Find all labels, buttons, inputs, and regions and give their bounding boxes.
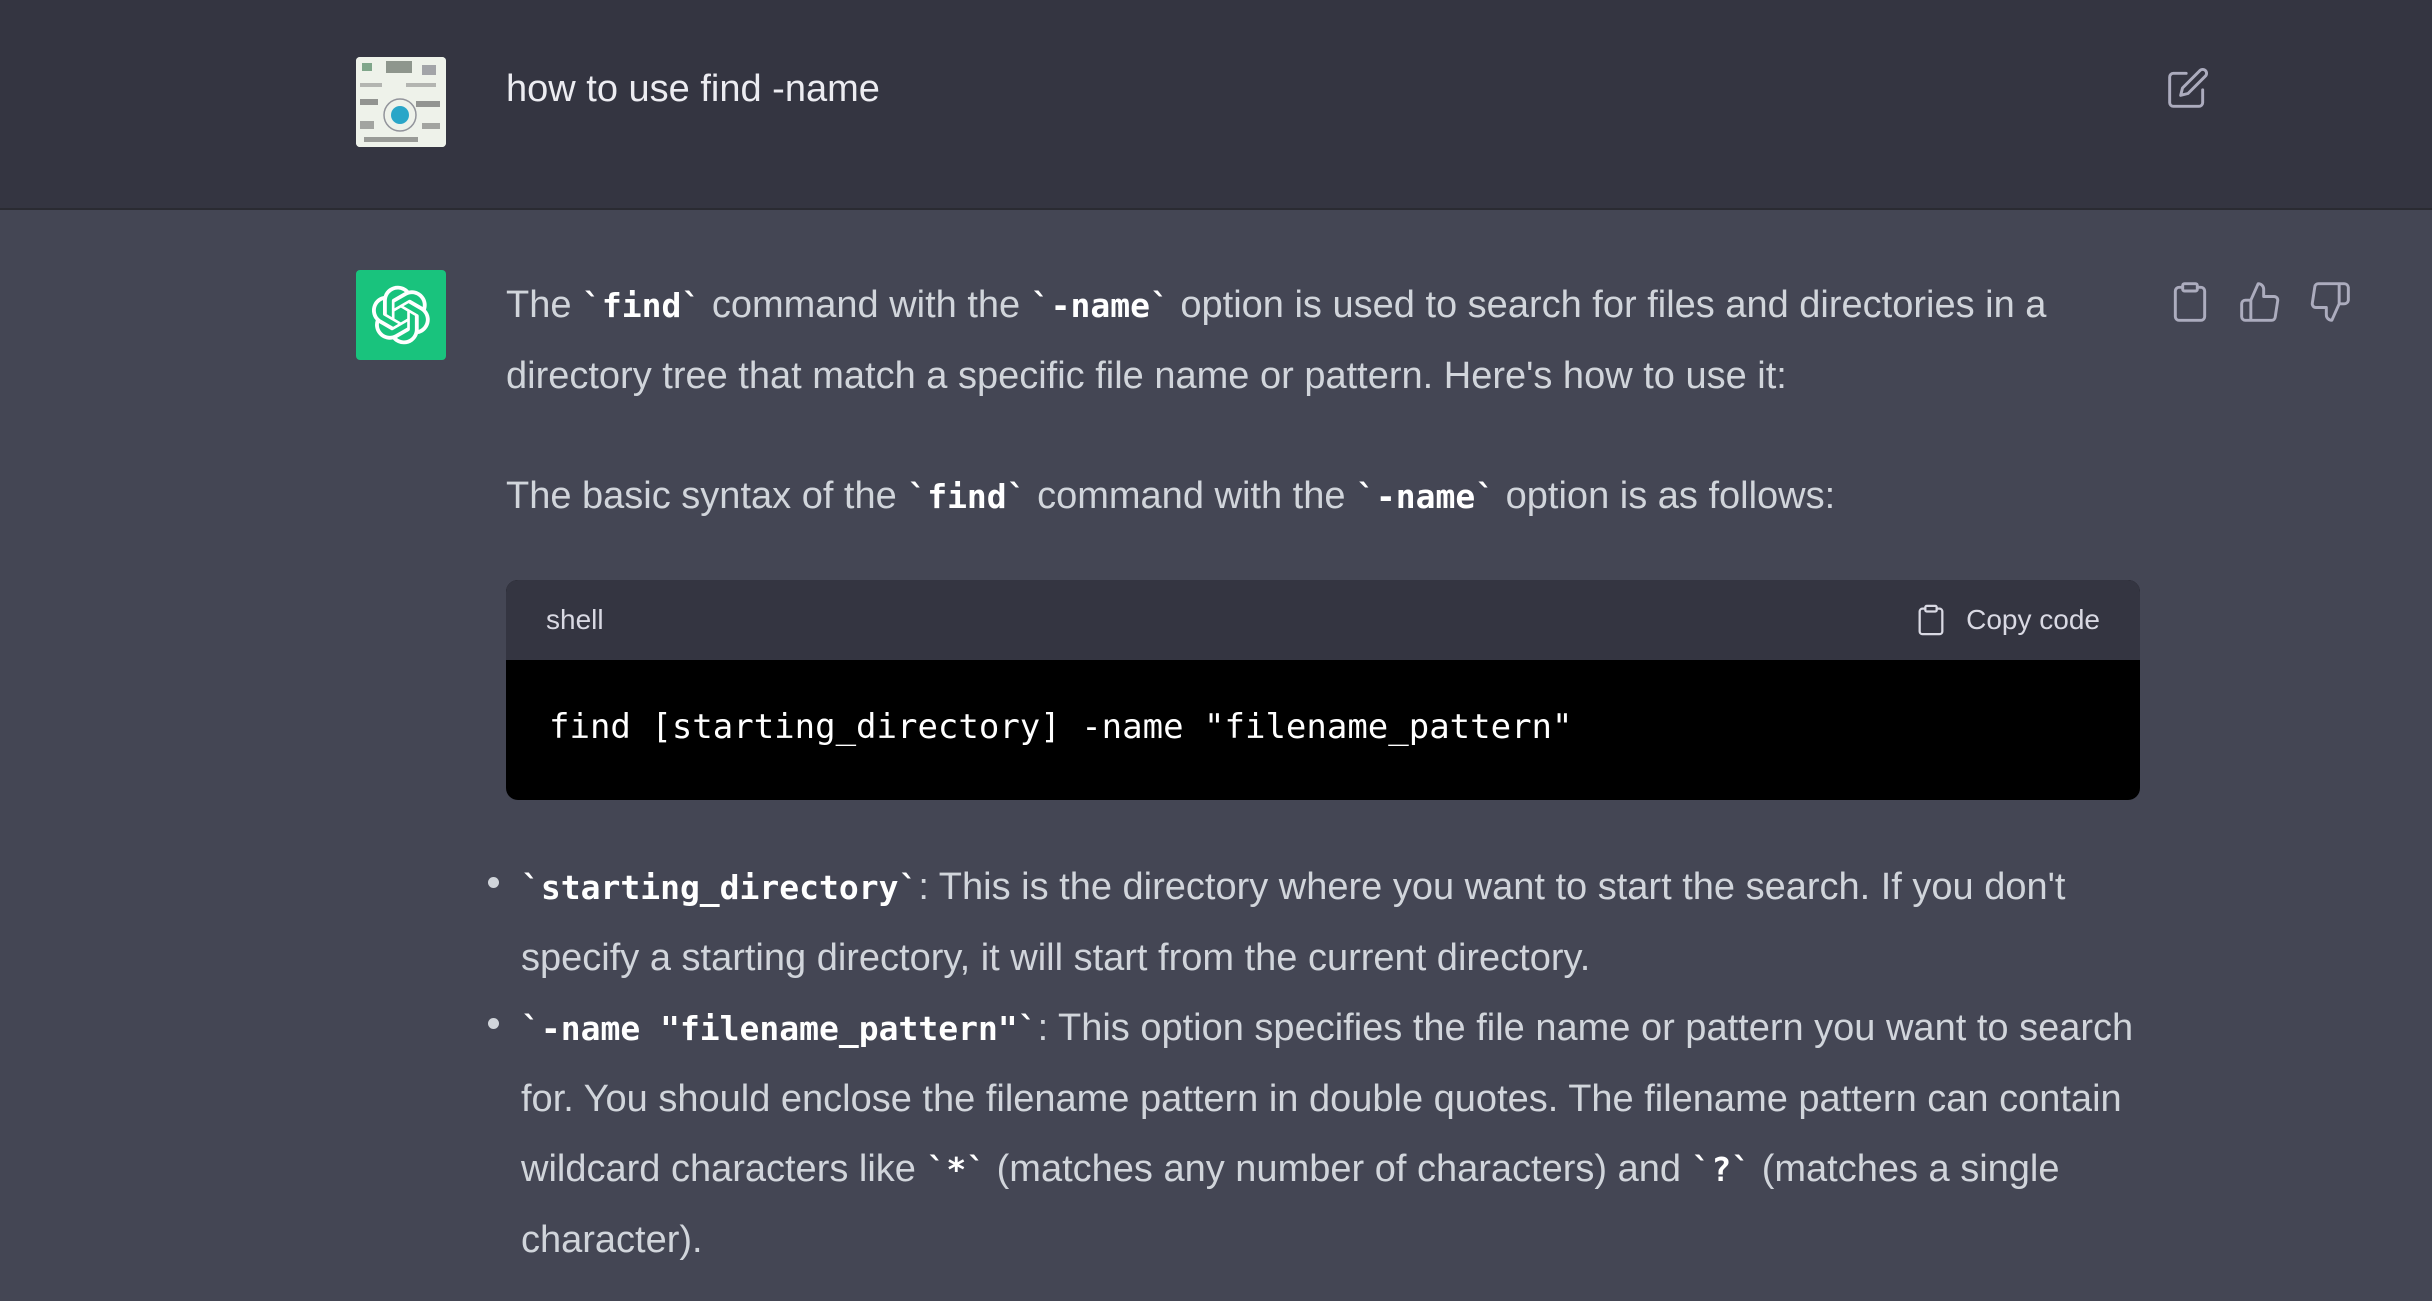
options-list: `starting_directory`: This is the direct… xyxy=(488,852,2140,1275)
copy-code-button[interactable]: Copy code xyxy=(1914,598,2100,642)
copy-code-label: Copy code xyxy=(1966,604,2100,635)
assistant-message-row: The `find` command with the `-name` opti… xyxy=(0,210,2432,1301)
text-segment: The basic syntax of the xyxy=(506,475,908,517)
code-block-header: shell Copy code xyxy=(506,580,2140,660)
user-avatar-image xyxy=(356,57,446,147)
inline-code: `-name "filename_pattern"` xyxy=(521,1009,1038,1048)
clipboard-icon[interactable] xyxy=(2168,280,2212,324)
user-message-row: how to use find -name xyxy=(0,0,2432,210)
inline-code: `find` xyxy=(582,286,702,325)
code-content: find [starting_directory] -name "filenam… xyxy=(549,707,1573,747)
intro-paragraph: The `find` command with the `-name` opti… xyxy=(506,270,2140,411)
inline-code: `-name` xyxy=(1030,286,1170,325)
text-segment: command with the xyxy=(1026,475,1357,517)
inline-code: `-name` xyxy=(1356,477,1496,516)
assistant-message-content: The `find` command with the `-name` opti… xyxy=(488,270,2140,1275)
syntax-paragraph: The basic syntax of the `find` command w… xyxy=(506,461,2140,532)
user-avatar xyxy=(356,57,446,147)
text-segment: option is as follows: xyxy=(1495,475,1836,517)
text-segment: command with the xyxy=(701,284,1031,326)
edit-icon[interactable] xyxy=(2166,66,2210,110)
list-item: `-name "filename_pattern"`: This option … xyxy=(488,993,2140,1275)
inline-code: `*` xyxy=(926,1150,987,1189)
assistant-avatar xyxy=(356,270,446,360)
code-block: shell Copy code find [starting_directory… xyxy=(506,580,2140,800)
inline-code: `?` xyxy=(1691,1150,1752,1189)
clipboard-icon xyxy=(1918,604,1944,636)
list-item: `starting_directory`: This is the direct… xyxy=(488,852,2140,993)
text-segment: (matches any number of characters) and xyxy=(986,1148,1692,1190)
user-message-text: how to use find -name xyxy=(506,68,880,110)
thumbs-up-icon[interactable] xyxy=(2238,280,2282,324)
inline-code: `starting_directory` xyxy=(521,868,919,907)
openai-logo-icon xyxy=(371,285,430,345)
text-segment: The xyxy=(506,284,583,326)
code-language-label: shell xyxy=(546,604,604,635)
thumbs-down-icon[interactable] xyxy=(2308,280,2352,324)
inline-code: `find` xyxy=(907,477,1027,516)
